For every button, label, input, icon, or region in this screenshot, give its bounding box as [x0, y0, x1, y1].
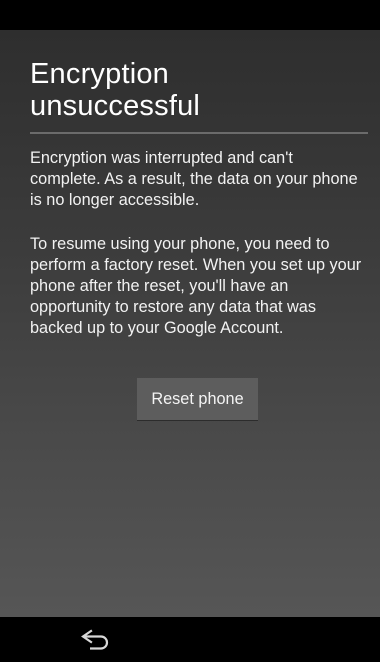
- navigation-bar: [0, 617, 380, 662]
- phone-screen: Encryption unsuccessful Encryption was i…: [0, 0, 380, 662]
- back-button[interactable]: [74, 625, 118, 655]
- back-arrow-icon: [81, 629, 109, 650]
- message-paragraph-2: To resume using your phone, you need to …: [30, 235, 362, 337]
- status-bar: [0, 0, 380, 30]
- encryption-error-panel: Encryption unsuccessful Encryption was i…: [0, 30, 380, 617]
- title-line-2: unsuccessful: [30, 90, 201, 122]
- title-divider: [30, 132, 368, 134]
- page-title: Encryption unsuccessful: [30, 58, 360, 122]
- reset-phone-button[interactable]: Reset phone: [137, 378, 258, 420]
- message-paragraph-1: Encryption was interrupted and can't com…: [30, 149, 358, 209]
- title-line-1: Encryption: [30, 58, 170, 90]
